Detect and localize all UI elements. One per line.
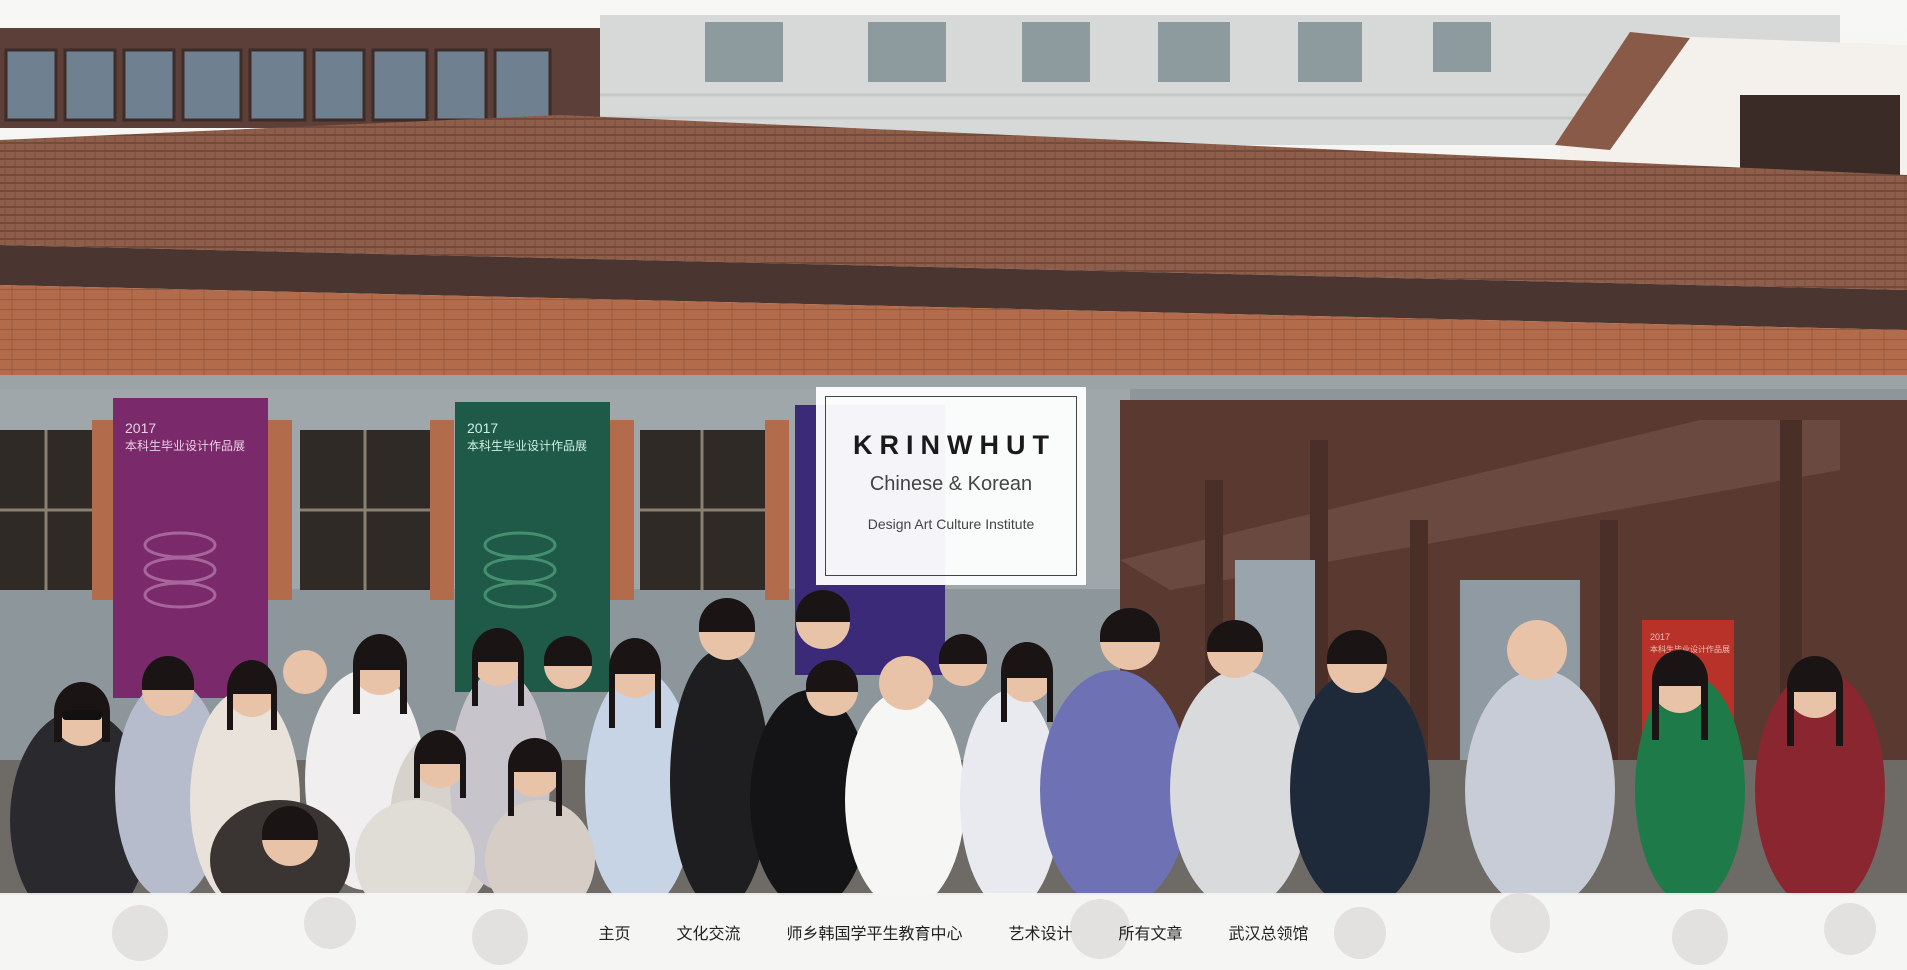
sunglasses [62, 710, 102, 720]
banner-1-text: 本科生毕业设计作品展 [125, 439, 245, 453]
site-title-frame: KRINWHUT Chinese & Korean Design Art Cul… [825, 396, 1077, 576]
banner-2-year: 2017 [467, 420, 498, 436]
nav-item-education-center[interactable]: 师乡韩国学平生教育中心 [763, 920, 985, 944]
banner-3-year: 2017 [1650, 632, 1670, 642]
site-tagline: Design Art Culture Institute [867, 516, 1035, 532]
banner-1-year: 2017 [125, 420, 156, 436]
site-subtitle: Chinese & Korean [869, 473, 1033, 495]
hero-photo: 2017 本科生毕业设计作品展 2017 本科生毕业设计作品展 2017 本科生… [0, 0, 1907, 895]
nav-item-wuhan-consulate[interactable]: 武汉总领馆 [1206, 920, 1332, 944]
nav-item-art-design[interactable]: 艺术设计 [986, 920, 1096, 944]
nav-item-culture-exchange[interactable]: 文化交流 [653, 920, 763, 944]
site-brand-title[interactable]: KRINWHUT [846, 430, 1056, 461]
banner-2-text: 本科生毕业设计作品展 [467, 439, 587, 453]
main-navigation: 主页 文化交流 师乡韩国学平生教育中心 艺术设计 所有文章 武汉总领馆 [0, 893, 1907, 970]
site-title-card: KRINWHUT Chinese & Korean Design Art Cul… [816, 387, 1086, 585]
nav-item-home[interactable]: 主页 [575, 920, 653, 944]
nav-item-all-articles[interactable]: 所有文章 [1096, 920, 1206, 944]
